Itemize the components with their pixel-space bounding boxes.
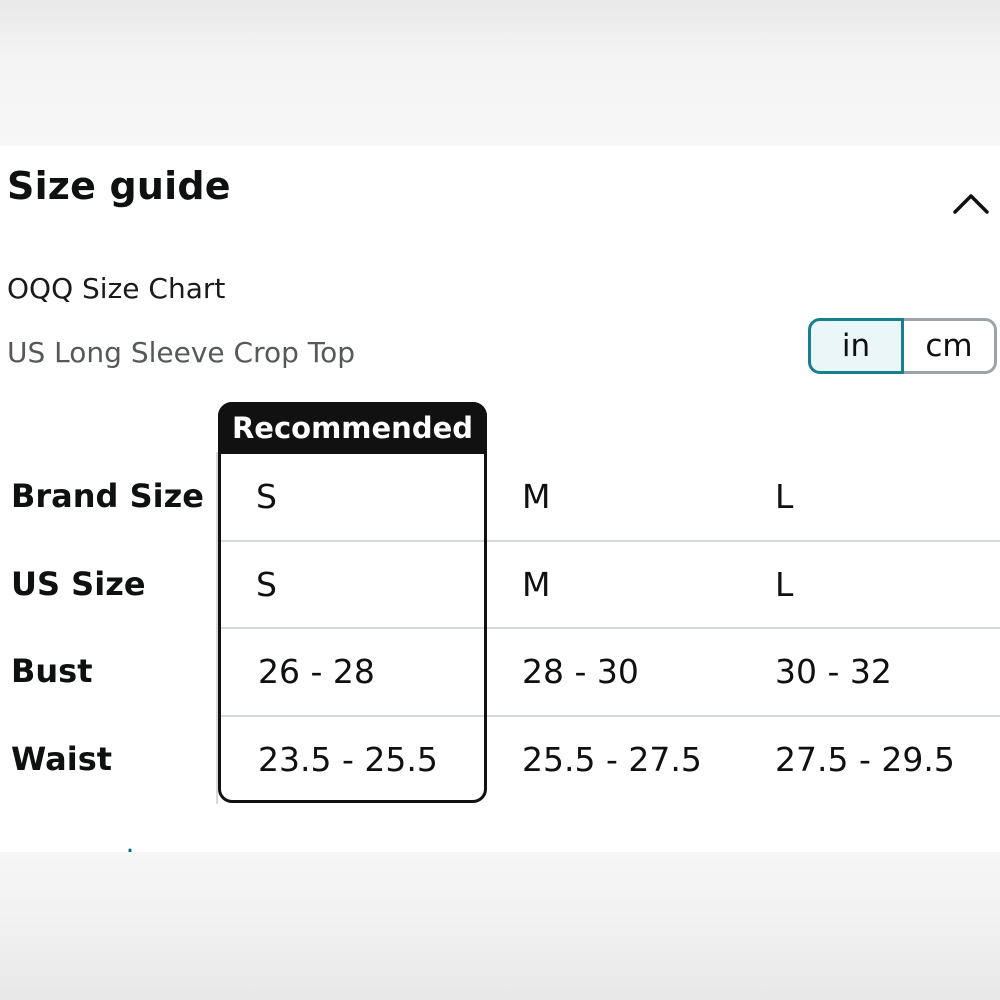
collapse-button[interactable]: [948, 180, 994, 220]
page-background-bottom: [0, 852, 1000, 1000]
row-label-bust: Bust: [11, 652, 93, 690]
row-label-waist: Waist: [11, 740, 113, 778]
unit-cm-button[interactable]: cm: [901, 318, 997, 374]
table-cell: 23.5 - 25.5: [258, 739, 438, 779]
row-divider: [218, 540, 1000, 542]
size-guide-panel: Size guide OQQ Size Chart US Long Sleeve…: [0, 146, 1000, 852]
table-cell: S: [256, 476, 277, 516]
table-cell: M: [522, 564, 551, 604]
truncated-link-fragment[interactable]: [50, 846, 140, 852]
table-cell: S: [256, 564, 277, 604]
row-label-brand-size: Brand Size: [11, 477, 204, 515]
row-label-us-size: US Size: [11, 565, 146, 603]
chart-type-label: US Long Sleeve Crop Top: [7, 336, 356, 369]
unit-toggle: in cm: [808, 318, 998, 378]
table-row: US Size S M L: [0, 540, 1000, 628]
table-cell: M: [522, 476, 551, 516]
table-cell: 27.5 - 29.5: [775, 739, 955, 779]
table-row: Brand Size S M L: [0, 452, 1000, 540]
table-row: Waist 23.5 - 25.5 25.5 - 27.5 27.5 - 29.…: [0, 715, 1000, 803]
size-guide-title: Size guide: [7, 164, 231, 208]
table-cell: 26 - 28: [258, 651, 375, 691]
table-cell: 25.5 - 27.5: [522, 739, 702, 779]
table-row: Bust 26 - 28 28 - 30 30 - 32: [0, 627, 1000, 715]
brand-size-chart-label: OQQ Size Chart: [7, 272, 226, 305]
recommended-badge: Recommended: [218, 402, 487, 454]
table-cell: 30 - 32: [775, 651, 892, 691]
unit-in-button[interactable]: in: [808, 318, 904, 374]
table-cell: 28 - 30: [522, 651, 639, 691]
table-cell: L: [775, 564, 794, 604]
chevron-up-icon: [953, 194, 989, 214]
table-cell: L: [775, 476, 794, 516]
